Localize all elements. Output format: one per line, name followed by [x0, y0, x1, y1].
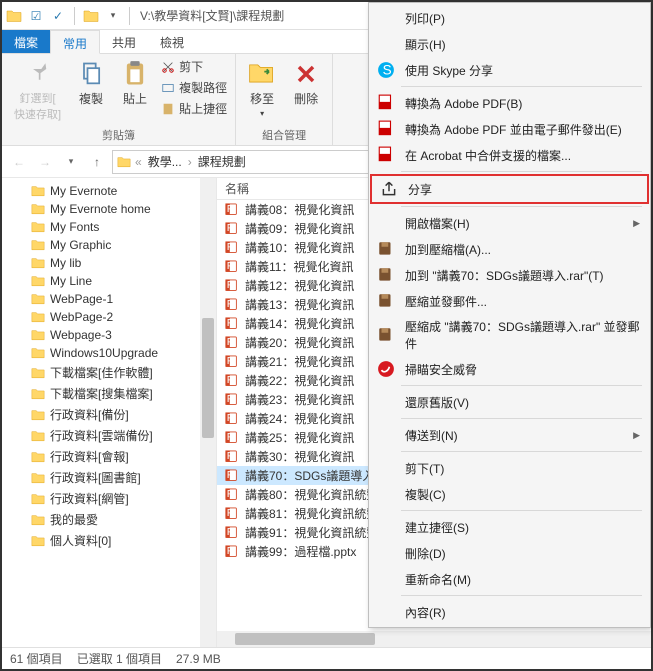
context-menu: 列印(P) 顯示(H) S使用 Skype 分享 轉換為 Adobe PDF(B…	[368, 2, 651, 628]
tree-item[interactable]: 行政資料[圖書館]	[2, 467, 216, 488]
tree-item[interactable]: 下載檔案[搜集檔案]	[2, 383, 216, 404]
share-icon	[380, 180, 398, 198]
nav-dropdown-icon[interactable]: ▾	[60, 151, 82, 173]
ctx-skype[interactable]: S使用 Skype 分享	[369, 57, 650, 83]
window-title: V:\教學資料[文賢]\課程規劃	[140, 7, 284, 24]
files-scrollbar[interactable]	[217, 631, 651, 647]
qat-dropdown-icon[interactable]: ▾	[105, 8, 121, 24]
trend-icon	[377, 360, 395, 378]
tab-file[interactable]: 檔案	[2, 30, 50, 53]
status-selection: 已選取 1 個項目	[77, 650, 162, 667]
ctx-copy[interactable]: 複製(C)	[369, 481, 650, 507]
ctx-print[interactable]: 列印(P)	[369, 5, 650, 31]
tree-item[interactable]: Windows10Upgrade	[2, 344, 216, 362]
ctx-rar-add[interactable]: 加到壓縮檔(A)...	[369, 236, 650, 262]
ribbon-group-clipboard-label: 剪貼簿	[10, 125, 227, 143]
qat-folder-icon[interactable]	[83, 8, 99, 24]
nav-up-icon[interactable]: ↑	[86, 151, 108, 173]
tree-item[interactable]: 個人資料[0]	[2, 530, 216, 551]
status-bar: 61 個項目 已選取 1 個項目 27.9 MB	[2, 647, 651, 669]
pdf-icon	[377, 120, 395, 138]
paste-button[interactable]: 貼上	[117, 58, 153, 109]
paste-shortcut-button[interactable]: 貼上捷徑	[161, 100, 227, 117]
ctx-acrobat-combine[interactable]: 在 Acrobat 中合併支援的檔案...	[369, 142, 650, 168]
tab-view[interactable]: 檢視	[148, 30, 196, 53]
ctx-rar-add-named[interactable]: 加到 "講義70：SDGs議題導入.rar"(T)	[369, 262, 650, 288]
tree-item[interactable]: WebPage-1	[2, 290, 216, 308]
status-size: 27.9 MB	[176, 652, 221, 666]
rar-icon	[377, 326, 395, 344]
tab-home[interactable]: 常用	[50, 30, 100, 54]
tree-item[interactable]: Webpage-3	[2, 326, 216, 344]
rar-icon	[377, 266, 395, 284]
ctx-delete[interactable]: 刪除(D)	[369, 540, 650, 566]
ctx-scan[interactable]: 掃瞄安全威脅	[369, 356, 650, 382]
ctx-pdf-email[interactable]: 轉換為 Adobe PDF 並由電子郵件發出(E)	[369, 116, 650, 142]
status-item-count: 61 個項目	[10, 650, 63, 667]
tree-item[interactable]: My Evernote home	[2, 200, 216, 218]
tree-scrollbar[interactable]	[200, 178, 216, 647]
ctx-rar-email-named[interactable]: 壓縮成 "講義70：SDGs議題導入.rar" 並發郵件	[369, 314, 650, 356]
tree-item[interactable]: 下載檔案[佳作軟體]	[2, 362, 216, 383]
copy-path-button[interactable]: 複製路徑	[161, 79, 227, 96]
ctx-rename[interactable]: 重新命名(M)	[369, 566, 650, 592]
tree-item[interactable]: My Evernote	[2, 182, 216, 200]
delete-button[interactable]: 刪除	[288, 58, 324, 109]
ribbon-group-organize-label: 組合管理	[244, 125, 324, 143]
rar-icon	[377, 240, 395, 258]
ctx-rar-email[interactable]: 壓縮並發郵件...	[369, 288, 650, 314]
tree-item[interactable]: 行政資料[會報]	[2, 446, 216, 467]
ctx-properties[interactable]: 內容(R)	[369, 599, 650, 625]
skype-icon: S	[377, 61, 395, 79]
rar-icon	[377, 292, 395, 310]
tab-share[interactable]: 共用	[100, 30, 148, 53]
nav-tree: My EvernoteMy Evernote homeMy FontsMy Gr…	[2, 178, 217, 647]
ctx-share[interactable]: 分享	[370, 174, 649, 204]
nav-back-icon[interactable]: ←	[8, 151, 30, 173]
tree-item[interactable]: 我的最愛	[2, 509, 216, 530]
tree-item[interactable]: WebPage-2	[2, 308, 216, 326]
ctx-show[interactable]: 顯示(H)	[369, 31, 650, 57]
ctx-cut[interactable]: 剪下(T)	[369, 455, 650, 481]
move-to-button[interactable]: 移至▾	[244, 58, 280, 120]
copy-button[interactable]: 複製	[73, 58, 109, 109]
tree-item[interactable]: My Line	[2, 272, 216, 290]
nav-forward-icon[interactable]: →	[34, 151, 56, 173]
ctx-open-with[interactable]: 開啟檔案(H)▶	[369, 210, 650, 236]
qat-check-icon[interactable]: ✓	[50, 8, 66, 24]
app-icon	[6, 8, 22, 24]
tree-item[interactable]: My Graphic	[2, 236, 216, 254]
ctx-pdf-convert[interactable]: 轉換為 Adobe PDF(B)	[369, 90, 650, 116]
pdf-icon	[377, 94, 395, 112]
ctx-create-shortcut[interactable]: 建立捷徑(S)	[369, 514, 650, 540]
tree-item[interactable]: My lib	[2, 254, 216, 272]
cut-button[interactable]: 剪下	[161, 58, 227, 75]
ctx-send-to[interactable]: 傳送到(N)▶	[369, 422, 650, 448]
tree-item[interactable]: 行政資料[網管]	[2, 488, 216, 509]
ctx-restore[interactable]: 還原舊版(V)	[369, 389, 650, 415]
pdf-icon	[377, 146, 395, 164]
qat-checkbox-icon[interactable]: ☑	[28, 8, 44, 24]
pin-button[interactable]: 釘選到[ 快速存取]	[10, 58, 65, 124]
svg-text:S: S	[383, 63, 392, 78]
tree-item[interactable]: My Fonts	[2, 218, 216, 236]
tree-item[interactable]: 行政資料[備份]	[2, 404, 216, 425]
tree-item[interactable]: 行政資料[雲端備份]	[2, 425, 216, 446]
